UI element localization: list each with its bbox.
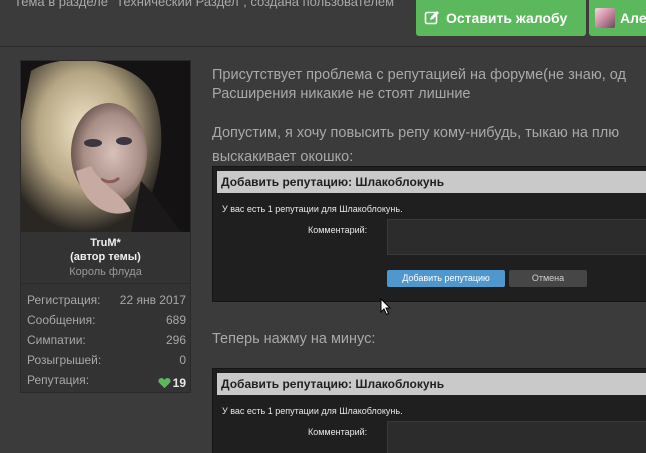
comment-field: [387, 421, 646, 453]
author-tag: (автор темы): [70, 251, 141, 263]
author-stats: Регистрация: 22 янв 2017 Сообщения: 689 …: [27, 293, 186, 393]
stat-label: Сообщения:: [27, 313, 96, 327]
stat-value[interactable]: 689: [166, 313, 186, 333]
thread-breadcrumb: Тема в разделе "Технический Раздел", соз…: [14, 0, 395, 9]
post-line: Присутствует проблема с репутацией на фо…: [212, 67, 626, 83]
comment-field: [387, 219, 646, 255]
user-name: Але: [620, 10, 646, 26]
cancel-button: Отмена: [509, 270, 587, 287]
attached-screenshot-dialog[interactable]: Добавить репутацию: Шлакоблокунь У вас е…: [212, 166, 646, 302]
user-menu[interactable]: Але: [589, 0, 646, 36]
stat-reputation: Репутация: 19: [27, 373, 186, 393]
dialog-info: У вас есть 1 репутации для Шлакоблокунь.: [222, 204, 403, 214]
post-line: выскакивает окошко:: [212, 149, 354, 165]
reputation-number: 19: [172, 375, 186, 390]
forum-page: Тема в разделе "Технический Раздел", соз…: [0, 0, 646, 453]
mouse-cursor-icon: [380, 298, 392, 316]
heart-icon: [158, 378, 171, 389]
stat-registration: Регистрация: 22 янв 2017: [27, 293, 186, 313]
comment-label: Комментарий:: [308, 225, 368, 235]
author-card: TruM* (автор темы) Король флуда Регистра…: [20, 60, 191, 393]
report-button[interactable]: Оставить жалобу: [416, 0, 586, 36]
attached-screenshot-dialog[interactable]: Добавить репутацию: Шлакоблокунь У вас е…: [212, 368, 646, 453]
stat-giveaways: Розыгрышей: 0: [27, 353, 186, 373]
author-avatar[interactable]: [21, 61, 190, 232]
reputation-value[interactable]: 19: [158, 373, 186, 393]
edit-icon: [424, 11, 439, 25]
stat-value: 296: [165, 333, 186, 347]
stat-label: Симпатии:: [27, 333, 86, 347]
dialog-info: У вас есть 1 репутации для Шлакоблокунь.: [222, 406, 403, 416]
card-divider: [21, 283, 190, 284]
comment-label: Комментарий:: [308, 427, 368, 437]
author-name[interactable]: TruM*: [21, 236, 190, 250]
stat-value: 22 янв 2017: [119, 293, 186, 307]
stat-label: Репутация:: [27, 373, 90, 387]
user-avatar: [595, 8, 615, 28]
report-button-label: Оставить жалобу: [446, 10, 568, 26]
add-reputation-button: Добавить репутацию: [387, 270, 505, 287]
post-line: Теперь нажму на минус:: [212, 331, 376, 347]
header-divider: [0, 46, 646, 47]
avatar-portrait: [21, 61, 190, 232]
dialog-title: Добавить репутацию: Шлакоблокунь: [217, 171, 646, 193]
dialog-title: Добавить репутацию: Шлакоблокунь: [217, 373, 646, 395]
stat-messages: Сообщения: 689: [27, 313, 186, 333]
stat-likes: Симпатии: 296: [27, 333, 186, 353]
stat-value: 0: [179, 353, 186, 367]
stat-label: Регистрация:: [27, 293, 101, 307]
author-title: Король флуда: [69, 266, 142, 278]
post-line: Расширения никакие не стоят лишние: [212, 86, 471, 102]
stat-label: Розыгрышей:: [27, 353, 102, 367]
post-line: Допустим, я хочу повысить репу кому-нибу…: [212, 125, 620, 141]
author-name-block: TruM* (автор темы): [21, 236, 190, 264]
